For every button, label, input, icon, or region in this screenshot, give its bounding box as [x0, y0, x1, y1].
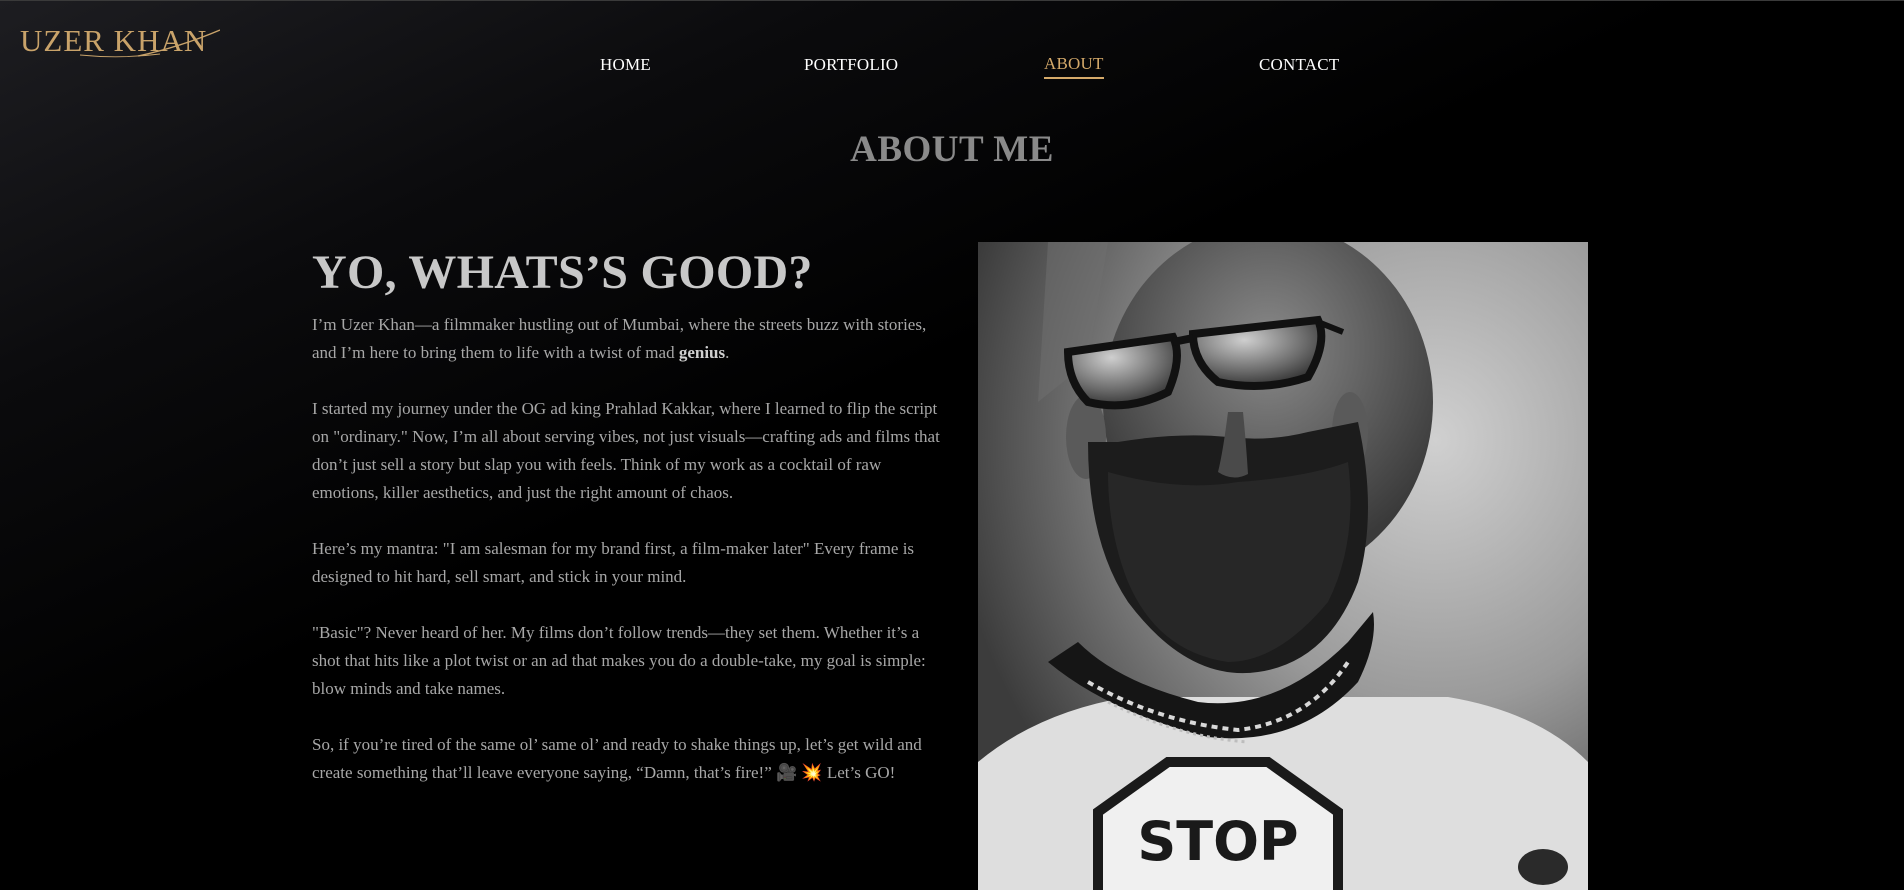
intro-paragraph-4: "Basic"? Never heard of her. My films do… [312, 623, 926, 698]
portrait-illustration: STOP [978, 242, 1588, 890]
nav-about-link[interactable]: ABOUT [1044, 54, 1104, 79]
page-title: ABOUT ME [850, 129, 1054, 170]
intro-paragraph-1-text: I’m Uzer Khan—a filmmaker hustling out o… [312, 315, 927, 362]
portrait-photo: STOP [978, 242, 1588, 890]
intro-heading: YO, WHATS’S GOOD? [312, 246, 813, 299]
nav-contact-link[interactable]: CONTACT [1259, 55, 1339, 75]
intro-paragraph-1: I’m Uzer Khan—a filmmaker hustling out o… [312, 311, 942, 367]
shirt-stop-text: STOP [1137, 810, 1298, 873]
intro-paragraph-1-bold: genius [678, 343, 726, 362]
nav-home-link[interactable]: HOME [600, 55, 651, 75]
intro-paragraph-5: So, if you’re tired of the same ol’ same… [312, 735, 922, 782]
brand-logo[interactable]: UZER KHAN [20, 23, 220, 59]
intro-paragraph-2: I started my journey under the OG ad kin… [312, 399, 940, 502]
intro-paragraph-1-end: . [725, 343, 730, 362]
intro-paragraph-3: Here’s my mantra: "I am salesman for my … [312, 539, 915, 586]
about-intro: YO, WHATS’S GOOD? I’m Uzer Khan—a filmma… [312, 245, 942, 815]
nav-portfolio-link[interactable]: PORTFOLIO [804, 55, 898, 75]
logo-text: UZER KHAN [20, 23, 208, 58]
